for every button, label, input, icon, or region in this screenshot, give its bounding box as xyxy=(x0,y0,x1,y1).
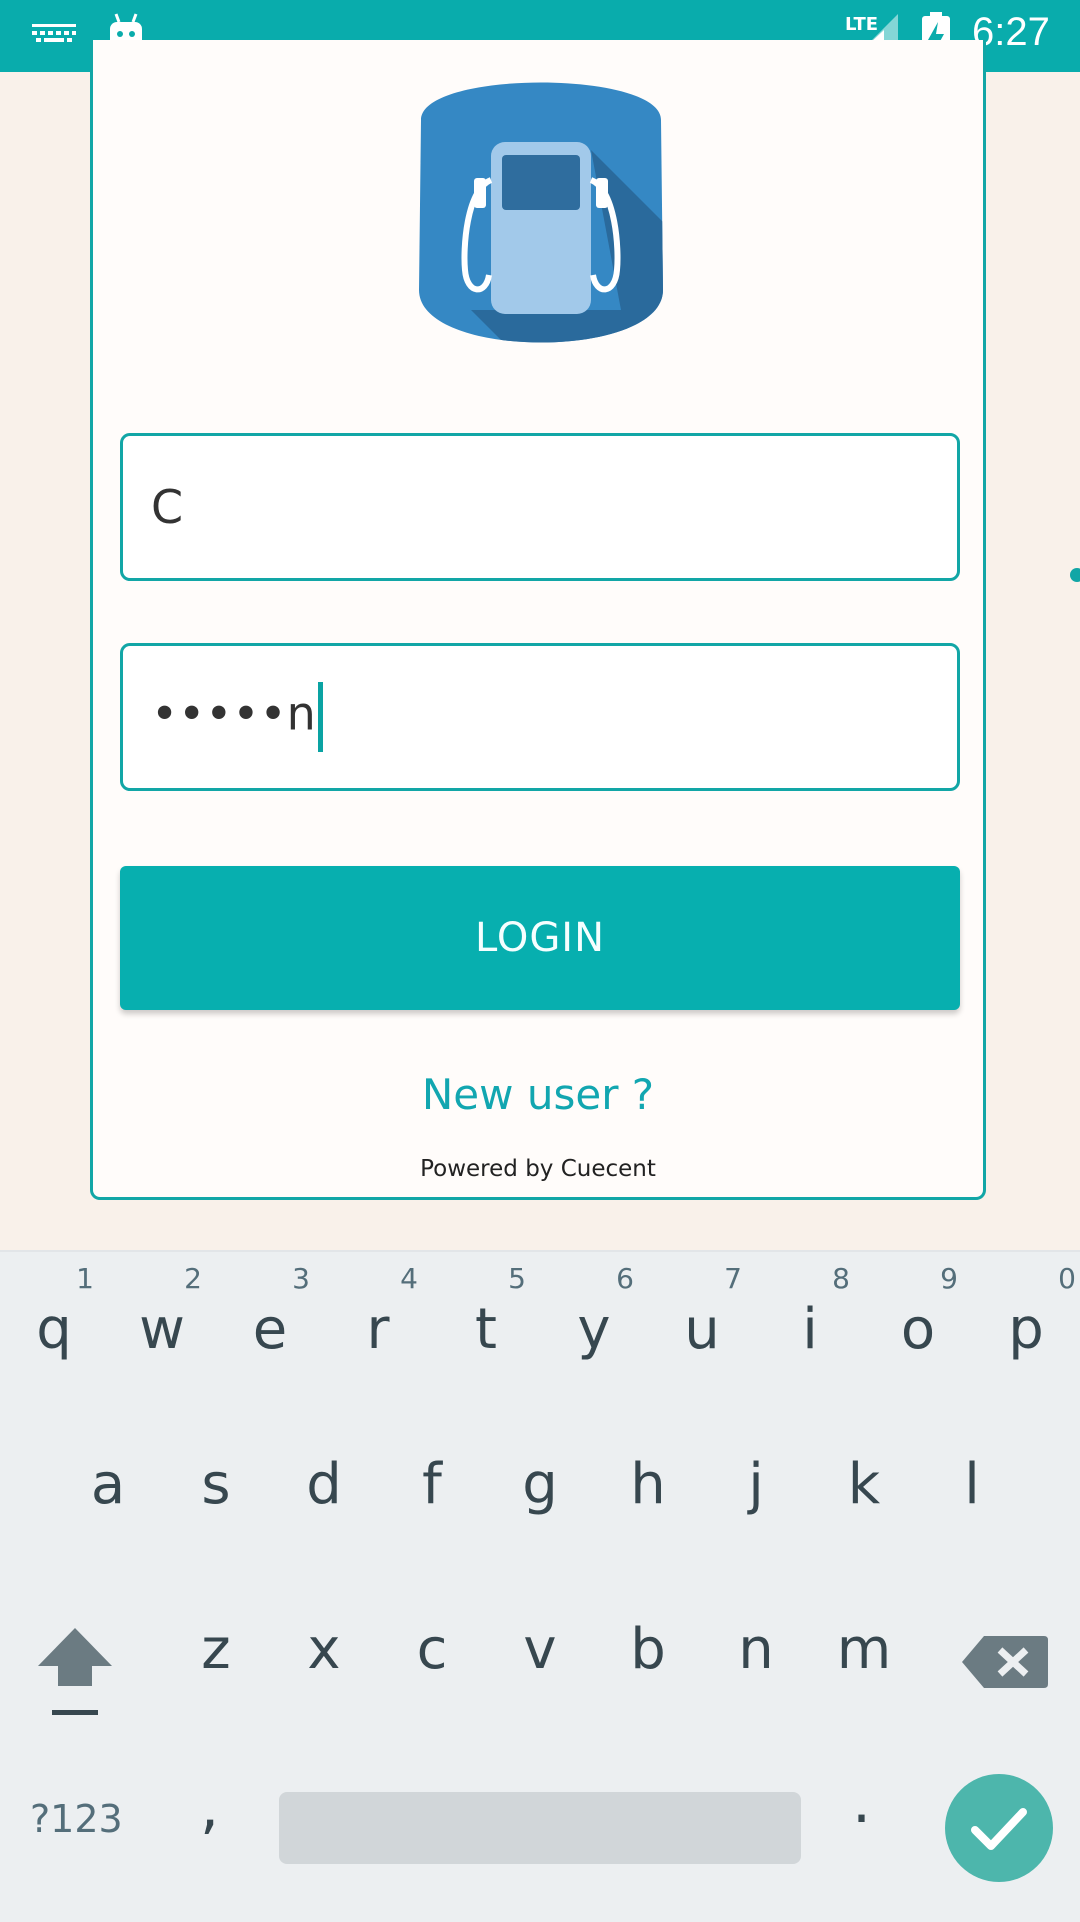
key-n[interactable]: n xyxy=(702,1592,810,1722)
key-r[interactable]: 4r xyxy=(324,1262,432,1392)
checkmark-icon xyxy=(971,1808,1027,1850)
key-d[interactable]: d xyxy=(270,1427,378,1557)
key-j[interactable]: j xyxy=(702,1427,810,1557)
key-a[interactable]: a xyxy=(54,1427,162,1557)
key-e[interactable]: 3e xyxy=(216,1262,324,1392)
key-b[interactable]: b xyxy=(594,1592,702,1722)
shift-icon[interactable] xyxy=(30,1622,120,1722)
password-field[interactable]: •••••n xyxy=(120,643,960,791)
key-h[interactable]: h xyxy=(594,1427,702,1557)
comma-key[interactable]: , xyxy=(200,1772,219,1842)
username-value: C xyxy=(151,480,184,534)
key-w[interactable]: 2w xyxy=(108,1262,216,1392)
period-key[interactable]: . xyxy=(852,1767,871,1837)
key-x[interactable]: x xyxy=(270,1592,378,1722)
key-p[interactable]: 0p xyxy=(972,1262,1080,1392)
fuel-pump-icon xyxy=(419,82,663,343)
new-user-link[interactable]: New user ? xyxy=(93,1070,983,1119)
key-u[interactable]: 7u xyxy=(648,1262,756,1392)
key-m[interactable]: m xyxy=(810,1592,918,1722)
powered-by-text: Powered by Cuecent xyxy=(420,1156,656,1182)
soft-keyboard: 1q 2w 3e 4r 5t 6y 7u 8i 9o 0p a s d f g … xyxy=(0,1250,1080,1922)
key-f[interactable]: f xyxy=(378,1427,486,1557)
text-cursor xyxy=(317,682,323,752)
done-key[interactable] xyxy=(945,1774,1053,1882)
key-z[interactable]: z xyxy=(162,1592,270,1722)
space-bar[interactable] xyxy=(279,1792,801,1864)
key-s[interactable]: s xyxy=(162,1427,270,1557)
login-card: C •••••n LOGIN New user ? Powered by Cue… xyxy=(90,40,986,1200)
backspace-icon[interactable] xyxy=(960,1627,1050,1697)
key-o[interactable]: 9o xyxy=(864,1262,972,1392)
key-y[interactable]: 6y xyxy=(540,1262,648,1392)
key-g[interactable]: g xyxy=(486,1427,594,1557)
keyboard-icon xyxy=(32,24,76,42)
symbols-key[interactable]: ?123 xyxy=(30,1797,123,1841)
edge-indicator xyxy=(1070,568,1080,582)
key-l[interactable]: l xyxy=(918,1427,1026,1557)
key-i[interactable]: 8i xyxy=(756,1262,864,1392)
login-button[interactable]: LOGIN xyxy=(120,866,960,1010)
password-value-wrap: •••••n xyxy=(151,682,323,752)
key-k[interactable]: k xyxy=(810,1427,918,1557)
key-t[interactable]: 5t xyxy=(432,1262,540,1392)
key-v[interactable]: v xyxy=(486,1592,594,1722)
username-field[interactable]: C xyxy=(120,433,960,581)
key-q[interactable]: 1q xyxy=(0,1262,108,1392)
key-c[interactable]: c xyxy=(378,1592,486,1722)
password-value: •••••n xyxy=(151,686,316,741)
